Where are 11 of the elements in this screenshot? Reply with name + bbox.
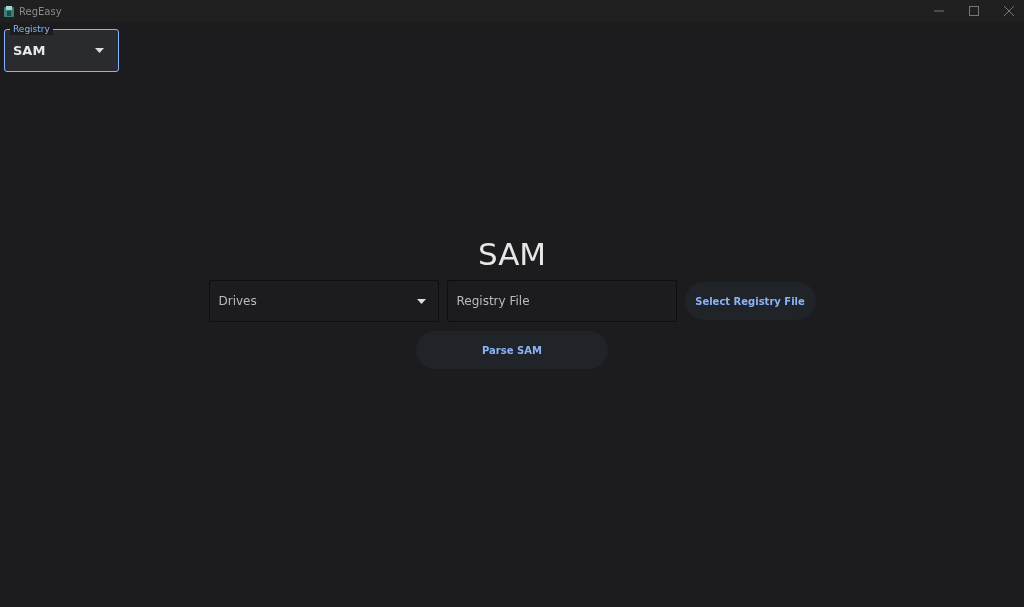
page-heading: SAM <box>477 235 547 274</box>
caret-icon <box>95 48 104 53</box>
caret-icon <box>416 298 426 304</box>
registry-file-field[interactable]: Registry File <box>446 280 677 322</box>
close-icon[interactable] <box>1004 6 1014 16</box>
maximize-icon[interactable] <box>969 6 979 16</box>
select-file-button[interactable]: Select Registry File <box>684 282 816 320</box>
parse-button[interactable]: Parse SAM <box>416 331 608 369</box>
window-title: RegEasy <box>19 5 62 17</box>
drives-dropdown[interactable]: Drives <box>208 280 439 322</box>
app-icon <box>4 5 14 17</box>
